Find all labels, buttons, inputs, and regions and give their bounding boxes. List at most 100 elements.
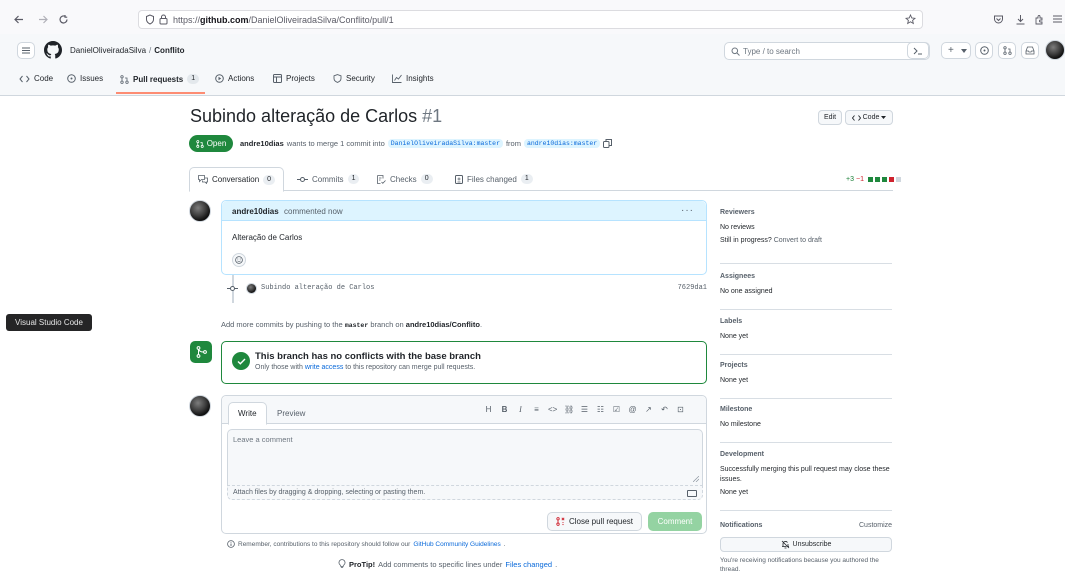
head-branch[interactable]: andre10dias:master [523, 139, 601, 148]
base-branch[interactable]: DanielOliveiradaSilva:master [387, 139, 503, 148]
copy-icon[interactable] [603, 139, 613, 148]
menu-icon[interactable] [1052, 14, 1063, 24]
merge-status-subtitle: Only those with write access to this rep… [255, 364, 475, 371]
close-pull-request-button[interactable]: Close pull request [547, 512, 642, 531]
bold-icon[interactable]: B [500, 405, 509, 414]
bookmark-star-icon[interactable] [905, 14, 916, 25]
tab-pull-requests[interactable]: Pull requests 1 [120, 74, 200, 84]
hamburger-button[interactable] [17, 42, 35, 59]
write-access-link[interactable]: write access [305, 364, 344, 371]
mention-icon[interactable]: @ [628, 405, 637, 414]
pocket-icon[interactable] [993, 14, 1004, 25]
italic-icon[interactable]: I [516, 405, 525, 414]
reload-icon[interactable] [58, 14, 69, 25]
command-palette-button[interactable] [907, 42, 929, 59]
tab-issues[interactable]: Issues [67, 74, 103, 83]
projects-heading[interactable]: Projects [720, 362, 892, 369]
community-guidelines-link[interactable]: GitHub Community Guidelines [413, 541, 500, 548]
push-hint-repo: andre10dias/Conflito [405, 320, 480, 329]
git-commit-icon [227, 286, 238, 291]
comment-author-avatar[interactable] [189, 200, 211, 222]
diff-square-added [881, 177, 887, 182]
comment-submit-button[interactable]: Comment [648, 512, 702, 531]
preview-tab[interactable]: Preview [268, 402, 314, 424]
attach-files-bar[interactable]: Attach files by dragging & dropping, sel… [227, 485, 703, 500]
tab-checks[interactable]: Checks 0 [369, 167, 441, 191]
tab-security[interactable]: Security [333, 74, 375, 83]
tab-commits[interactable]: Commits 1 [289, 167, 367, 191]
create-new-button[interactable]: + [941, 42, 971, 59]
commit-author-avatar[interactable] [246, 283, 257, 294]
issue-opened-icon [979, 46, 989, 55]
pull-requests-button[interactable] [998, 42, 1016, 59]
files-changed-link[interactable]: Files changed [505, 560, 552, 569]
tab-code[interactable]: Code [19, 74, 53, 83]
quote-icon[interactable]: ≡ [532, 405, 541, 414]
pr-author-link[interactable]: andre10dias [240, 139, 284, 148]
user-avatar[interactable] [1045, 40, 1065, 60]
shield-tracking-icon[interactable] [145, 14, 155, 25]
address-bar[interactable]: https://github.com/DanielOliveiradaSilva… [138, 10, 923, 29]
community-guidelines-note: Remember, contributions to this reposito… [227, 540, 506, 548]
development-heading[interactable]: Development [720, 451, 892, 458]
saved-reply-icon[interactable]: ⊡ [676, 405, 685, 414]
url-text: https://github.com/DanielOliveiradaSilva… [173, 15, 394, 25]
resize-handle-icon[interactable] [693, 476, 699, 482]
milestone-heading[interactable]: Milestone [720, 406, 892, 413]
tab-actions[interactable]: Actions [215, 74, 254, 83]
play-icon [215, 74, 224, 83]
kebab-menu-icon[interactable]: ··· [681, 205, 694, 216]
merge-status-card: This branch has no conflicts with the ba… [221, 341, 707, 384]
convert-to-draft-link[interactable]: Convert to draft [774, 237, 822, 244]
lock-icon[interactable] [159, 14, 168, 25]
from-text: from [505, 139, 521, 148]
inbox-button[interactable] [1021, 42, 1039, 59]
still-in-progress-text: Still in progress? [720, 237, 772, 244]
github-logo-icon[interactable] [44, 41, 62, 59]
issues-button[interactable] [975, 42, 993, 59]
code-dropdown-button[interactable]: Code [845, 110, 893, 125]
link-icon[interactable]: ⛓ [564, 405, 574, 414]
write-tab[interactable]: Write [228, 402, 267, 425]
owner-link[interactable]: DanielOliveiradaSilva [70, 46, 146, 55]
comment-author-link[interactable]: andre10dias [232, 207, 279, 216]
push-hint-mid: branch on [370, 320, 404, 329]
shield-icon [333, 74, 342, 83]
tab-files-changed[interactable]: Files changed 1 [447, 167, 541, 191]
search-input[interactable]: Type / to search [724, 42, 930, 60]
unsubscribe-button[interactable]: Unsubscribe [720, 537, 892, 552]
labels-heading[interactable]: Labels [720, 318, 892, 325]
code-icon [851, 114, 861, 121]
reply-icon[interactable]: ↶ [660, 405, 669, 414]
markdown-icon[interactable] [687, 490, 697, 497]
commit-sha-link[interactable]: 7629da1 [678, 284, 707, 292]
assignees-heading[interactable]: Assignees [720, 273, 892, 280]
commit-message-link[interactable]: Subindo alteração de Carlos [261, 284, 374, 292]
task-list-icon[interactable]: ☑ [612, 405, 621, 414]
tab-security-label: Security [346, 74, 375, 83]
current-user-avatar[interactable] [189, 395, 211, 417]
unordered-list-icon[interactable]: ☰ [580, 405, 589, 414]
commit-item: Subindo alteração de Carlos 7629da1 [227, 283, 709, 295]
comment-timestamp[interactable]: commented now [284, 207, 343, 216]
repo-link[interactable]: Conflito [154, 46, 184, 55]
tab-insights[interactable]: Insights [392, 74, 434, 83]
git-pull-request-icon [196, 139, 204, 148]
protip-end: . [555, 559, 558, 569]
download-icon[interactable] [1015, 14, 1026, 25]
reviewers-heading[interactable]: Reviewers [720, 209, 892, 216]
tab-code-label: Code [34, 74, 54, 83]
customize-notifications-link[interactable]: Customize [859, 522, 892, 529]
code-icon[interactable]: <> [548, 405, 557, 414]
forward-icon[interactable] [38, 15, 48, 24]
tab-conversation[interactable]: Conversation 0 [189, 167, 285, 192]
tab-projects[interactable]: Projects [273, 74, 315, 83]
edit-title-button[interactable]: Edit [818, 110, 842, 125]
ordered-list-icon[interactable]: ☷ [596, 405, 605, 414]
heading-icon[interactable]: H [484, 405, 493, 414]
extensions-icon[interactable] [1034, 14, 1045, 25]
comment-textarea[interactable]: Leave a comment [227, 429, 703, 485]
back-icon[interactable] [14, 15, 24, 24]
add-reaction-button[interactable] [232, 253, 246, 267]
cross-reference-icon[interactable]: ↗ [644, 405, 653, 414]
